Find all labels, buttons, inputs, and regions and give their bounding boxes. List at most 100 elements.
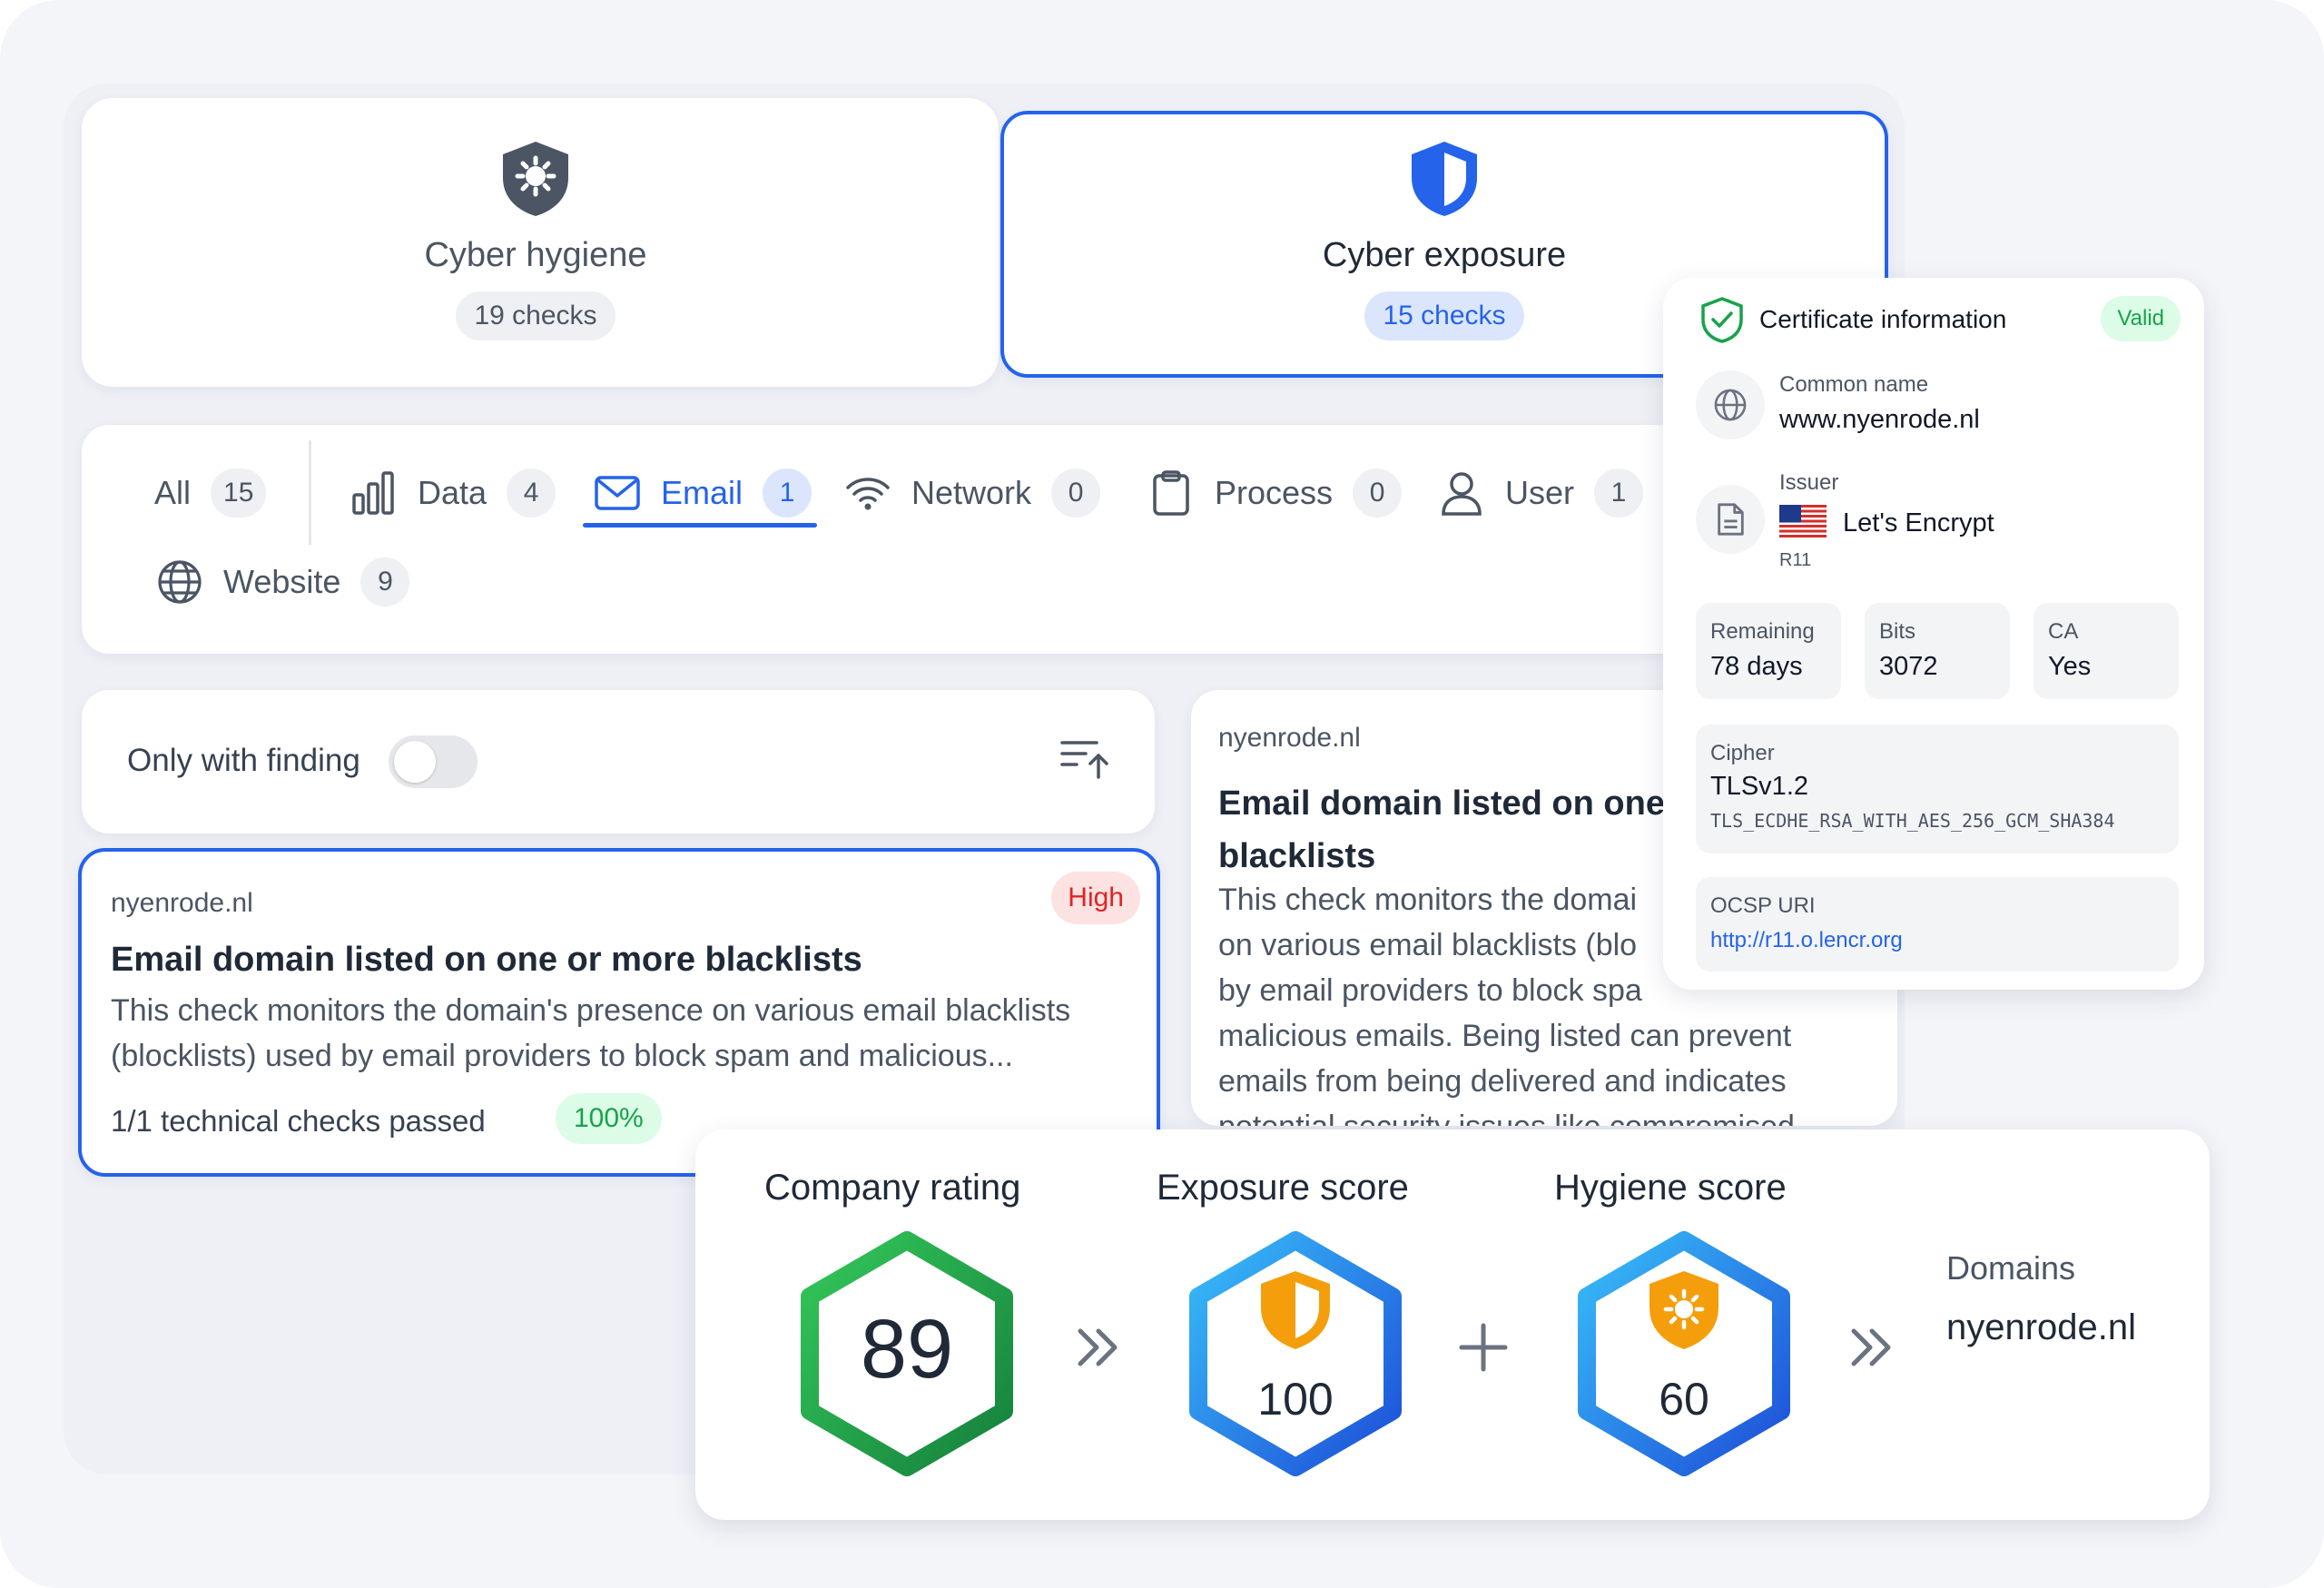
exposure-score-value: 100 <box>1257 1374 1334 1425</box>
issuer-icon-wrap <box>1696 485 1765 554</box>
tab-network[interactable]: Network 0 <box>844 469 1101 518</box>
check-domain: nyenrode.nl <box>111 888 253 918</box>
detail-description-line: malicious emails. Being listed can preve… <box>1218 1019 1792 1053</box>
certificate-title: Certificate information <box>1759 305 2007 333</box>
tab-user[interactable]: User 1 <box>1438 469 1644 518</box>
filter-tabs-card <box>82 425 1861 654</box>
issuer-sub: R11 <box>1779 550 1812 570</box>
domains-label: Domains <box>1946 1249 2076 1287</box>
domains-value[interactable]: nyenrode.nl <box>1946 1307 2136 1348</box>
shield-icon <box>1412 142 1477 216</box>
remaining-value: 78 days <box>1710 652 1803 681</box>
cipher-suite: TLS_ECDHE_RSA_WITH_AES_256_GCM_SHA384 <box>1710 810 2115 832</box>
tab-count-badge: 9 <box>360 557 410 607</box>
ocsp-label: OCSP URI <box>1710 893 1816 918</box>
ca-box: CA Yes <box>2034 603 2179 699</box>
detail-title-line: blacklists <box>1218 837 1376 875</box>
company-rating-value: 89 <box>860 1303 954 1396</box>
cipher-label: Cipher <box>1710 741 1775 765</box>
wifi-icon <box>846 478 890 510</box>
bits-value: 3072 <box>1879 652 1938 681</box>
tab-count-badge: 0 <box>1051 469 1101 518</box>
tab-label: Network <box>911 474 1032 511</box>
hygiene-score-label: Hygiene score <box>1554 1168 1787 1208</box>
virus-shield-icon <box>503 142 568 216</box>
check-item-card[interactable]: nyenrode.nl High Email domain listed on … <box>78 848 1160 1177</box>
plus-icon <box>1459 1323 1508 1372</box>
common-name-icon-wrap <box>1696 370 1765 439</box>
category-title: Cyber hygiene <box>424 236 647 274</box>
double-chevron-right-icon <box>1078 1328 1118 1366</box>
tab-data[interactable]: Data 4 <box>350 469 556 518</box>
tab-count-badge: 1 <box>763 469 812 518</box>
tab-count-badge: 1 <box>1594 469 1644 518</box>
globe-icon <box>1714 389 1747 421</box>
detail-description-line: emails from being delivered and indicate… <box>1218 1064 1787 1099</box>
category-count-badge: 19 checks <box>456 291 615 340</box>
sort-ascending-icon[interactable] <box>1059 735 1109 781</box>
exposure-score-hex: 100 <box>1182 1231 1409 1476</box>
ca-value: Yes <box>2048 652 2092 681</box>
cipher-box: Cipher TLSv1.2 TLS_ECDHE_RSA_WITH_AES_25… <box>1696 725 2179 853</box>
only-with-finding-toggle[interactable] <box>389 735 478 788</box>
tab-process[interactable]: Process 0 <box>1147 469 1403 518</box>
toggle-knob <box>394 741 436 783</box>
hexagon-badge <box>1578 1231 1790 1476</box>
document-icon <box>1718 503 1744 536</box>
tab-label: Process <box>1215 474 1334 511</box>
detail-description-line: potential security issues like compromis… <box>1218 1104 1795 1126</box>
tab-label: Website <box>223 563 341 600</box>
check-description-line: This check monitors the domain's presenc… <box>111 993 1071 1028</box>
bits-box: Bits 3072 <box>1865 603 2010 699</box>
certificate-panel: Certificate information Valid Common nam… <box>1663 278 2204 990</box>
checks-passed-text: 1/1 technical checks passed <box>111 1104 486 1138</box>
tab-website[interactable]: Website 9 <box>156 557 410 607</box>
category-cyber-hygiene[interactable]: Cyber hygiene 19 checks <box>82 98 990 387</box>
detail-title: Email domain listed on one blacklists <box>1218 777 1665 883</box>
certificate-valid-badge: Valid <box>2101 296 2181 341</box>
checks-percent-badge: 100% <box>556 1093 662 1144</box>
check-title: Email domain listed on one or more black… <box>111 941 862 979</box>
common-name-label: Common name <box>1779 372 1929 397</box>
only-with-finding-label: Only with finding <box>127 743 360 778</box>
remaining-label: Remaining <box>1710 619 1815 644</box>
category-count-badge: 15 checks <box>1364 291 1524 340</box>
envelope-icon <box>595 476 640 510</box>
check-description-line: (blocklists) used by email providers to … <box>111 1039 1013 1073</box>
company-rating-hex: 89 <box>793 1231 1020 1476</box>
hexagon-badge <box>1189 1231 1402 1476</box>
us-flag-icon <box>1779 505 1827 538</box>
company-rating-label: Company rating <box>764 1168 1021 1208</box>
tab-count-badge: 0 <box>1353 469 1403 518</box>
globe-icon <box>158 560 202 604</box>
tab-email[interactable]: Email 1 <box>594 469 812 518</box>
tab-label: User <box>1505 474 1575 511</box>
tab-label: Email <box>661 474 743 511</box>
detail-domain: nyenrode.nl <box>1218 723 1361 753</box>
check-description: This check monitors the domain's presenc… <box>111 988 1070 1079</box>
tab-label: Data <box>418 474 487 511</box>
severity-badge: High <box>1051 872 1140 924</box>
detail-title-line: Email domain listed on one <box>1218 784 1665 823</box>
issuer-value: Let's Encrypt <box>1843 508 1994 538</box>
tab-count-badge: 15 <box>211 469 267 518</box>
exposure-score-label: Exposure score <box>1157 1168 1409 1208</box>
hygiene-score-hex: 60 <box>1571 1231 1797 1476</box>
tab-all[interactable]: All 15 <box>154 469 267 518</box>
score-panel: Company rating Exposure score Hygiene sc… <box>695 1129 2210 1520</box>
issuer-label: Issuer <box>1779 470 1839 495</box>
cipher-value: TLSv1.2 <box>1710 772 1808 801</box>
bits-label: Bits <box>1879 619 1916 644</box>
ocsp-box: OCSP URI http://r11.o.lencr.org <box>1696 877 2179 972</box>
active-tab-indicator <box>583 523 817 528</box>
remaining-box: Remaining 78 days <box>1696 603 1841 699</box>
clipboard-icon <box>1153 470 1189 516</box>
user-icon <box>1442 472 1482 516</box>
bar-chart-icon <box>352 471 394 515</box>
ocsp-link[interactable]: http://r11.o.lencr.org <box>1710 928 1903 953</box>
ca-label: CA <box>2048 619 2079 644</box>
common-name-value: www.nyenrode.nl <box>1779 405 1980 434</box>
shield-check-icon <box>1701 297 1743 343</box>
double-chevron-right-icon <box>1851 1328 1891 1366</box>
hygiene-score-value: 60 <box>1659 1374 1709 1425</box>
